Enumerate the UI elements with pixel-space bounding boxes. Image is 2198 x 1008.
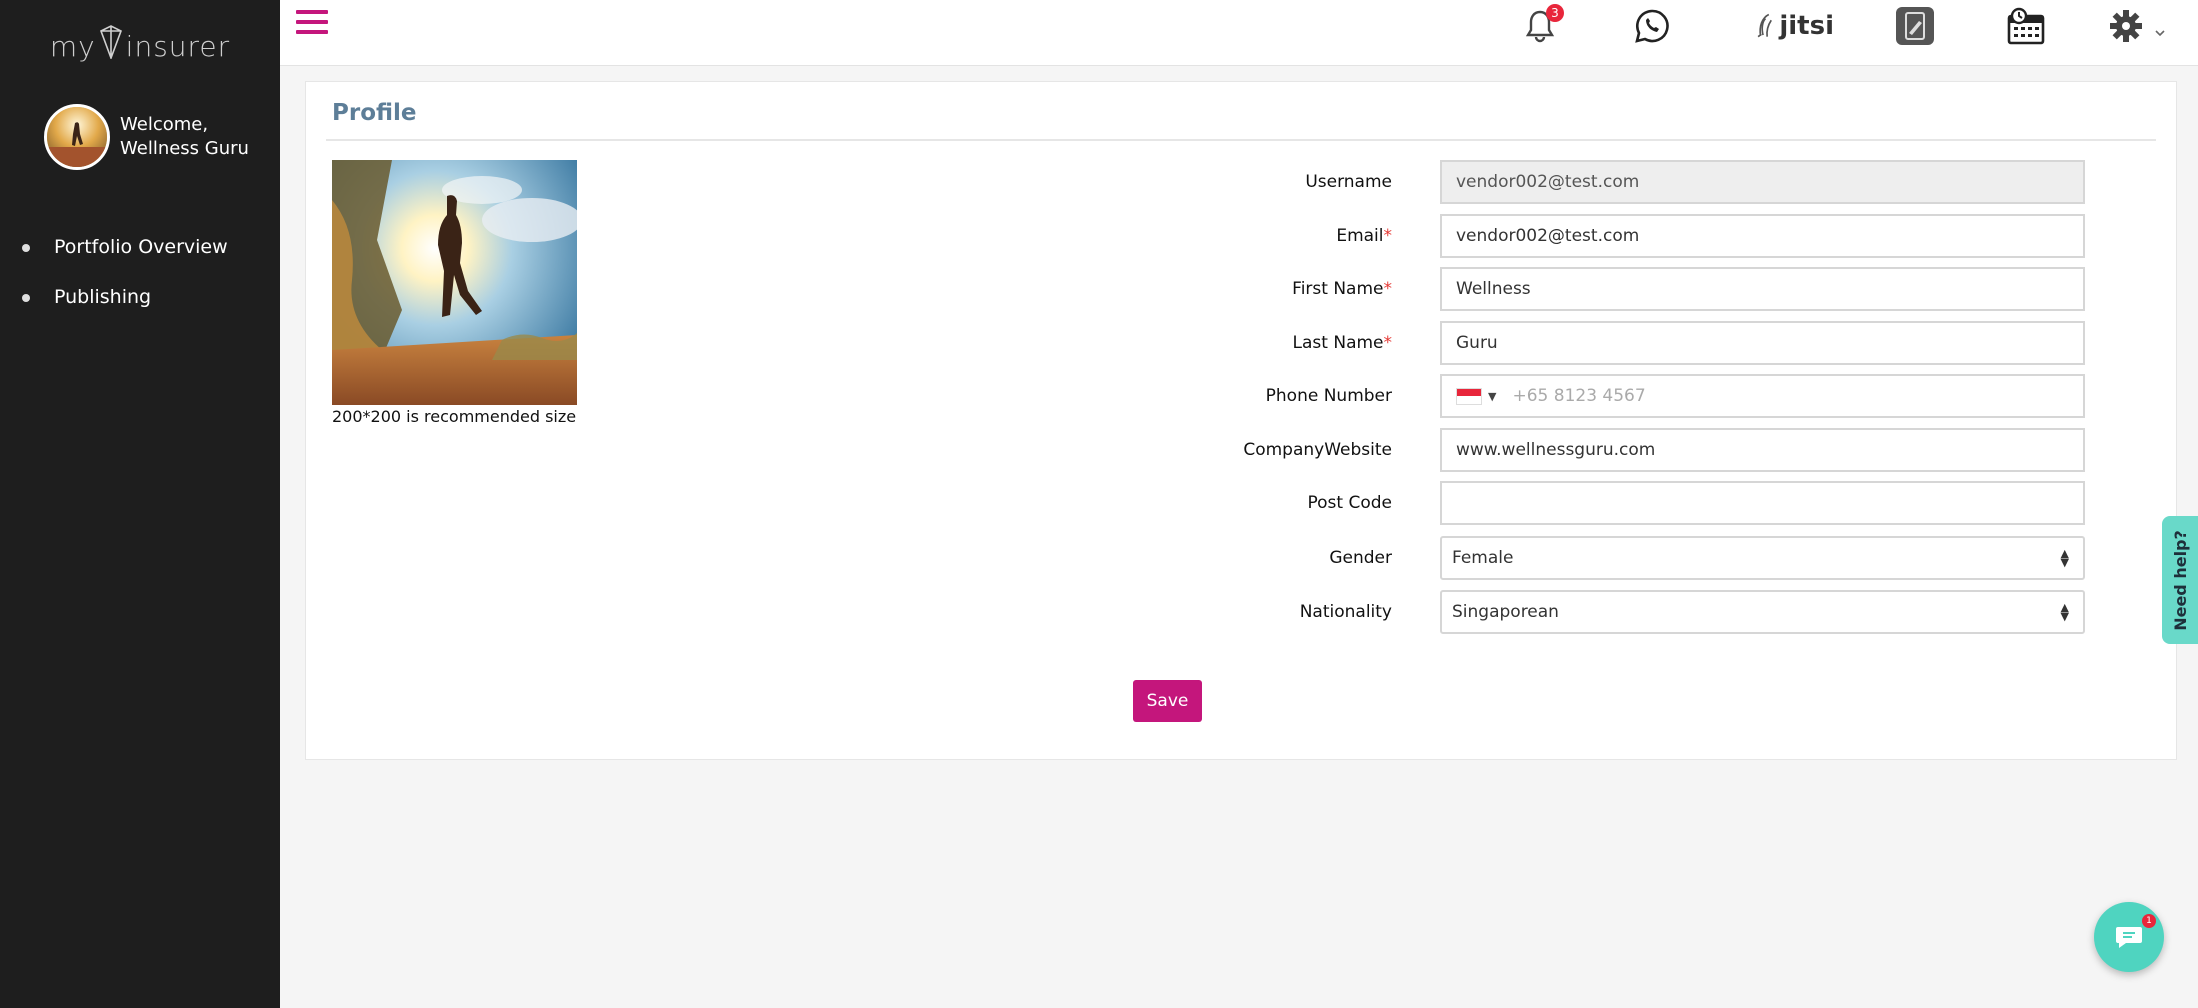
notes-icon[interactable] — [1894, 6, 1936, 46]
nationality-row: Nationality Singaporean ▲ ▼ — [926, 590, 2085, 634]
logo-text-right: insurer — [125, 30, 231, 63]
bullet-icon — [22, 294, 30, 302]
need-help-tab[interactable]: Need help? — [2162, 516, 2198, 644]
welcome-text: Welcome, Wellness Guru — [120, 113, 249, 161]
phone-placeholder: +65 8123 4567 — [1512, 386, 1646, 406]
post-code-field[interactable] — [1440, 481, 2085, 525]
username-row: Username vendor002@test.com — [926, 160, 2085, 204]
page-title: Profile — [332, 100, 417, 126]
sidebar-item-label: Portfolio Overview — [54, 236, 228, 258]
welcome-label: Welcome, — [120, 114, 209, 135]
phone-field[interactable]: ▼ +65 8123 4567 — [1440, 374, 2085, 418]
last-name-label: Last Name* — [1292, 333, 1393, 353]
title-divider — [326, 139, 2156, 141]
nationality-label: Nationality — [1299, 602, 1392, 622]
menu-icon[interactable] — [296, 10, 328, 36]
sidebar-item-label: Publishing — [54, 286, 152, 308]
required-marker: * — [1383, 333, 1393, 353]
singapore-flag-icon[interactable] — [1456, 387, 1482, 405]
first-name-field[interactable]: Wellness — [1440, 267, 2085, 311]
topbar: 3 jitsi — [280, 0, 2198, 66]
username-label: Username — [1305, 172, 1392, 192]
avatar[interactable] — [44, 104, 110, 170]
email-row: Email* vendor002@test.com — [926, 214, 2085, 258]
post-code-row: Post Code — [926, 481, 2085, 525]
website-row: CompanyWebsite www.wellnessguru.com — [926, 428, 2085, 472]
chat-badge: 1 — [2142, 914, 2156, 928]
last-name-row: Last Name* Guru — [926, 321, 2085, 365]
jitsi-label: jitsi — [1779, 11, 1834, 41]
settings-menu[interactable] — [2106, 6, 2168, 46]
bell-icon[interactable]: 3 — [1520, 4, 1564, 46]
post-code-label: Post Code — [1307, 493, 1393, 513]
sidebar-item-portfolio-overview[interactable]: Portfolio Overview — [0, 222, 280, 272]
profile-photo[interactable] — [332, 160, 577, 405]
select-arrows-icon: ▲ ▼ — [2060, 601, 2069, 623]
caret-down-icon[interactable]: ▼ — [1488, 390, 1496, 403]
whatsapp-icon[interactable] — [1632, 6, 1672, 46]
email-field[interactable]: vendor002@test.com — [1440, 214, 2085, 258]
gear-icon — [2110, 10, 2142, 42]
sidebar: my insurer Welcome, Wellness Guru Portfol… — [0, 0, 280, 1008]
user-block: Welcome, Wellness Guru — [44, 104, 249, 170]
sidebar-item-publishing[interactable]: Publishing — [0, 272, 280, 322]
chevron-down-icon — [2155, 30, 2165, 37]
phone-row: Phone Number ▼ +65 8123 4567 — [926, 374, 2085, 418]
gender-select[interactable]: Female ▲ ▼ — [1440, 536, 2085, 580]
calendar-icon[interactable] — [2004, 6, 2048, 46]
gender-row: Gender Female ▲ ▼ — [926, 536, 2085, 580]
sidebar-nav: Portfolio Overview Publishing — [0, 222, 280, 322]
brand-logo[interactable]: my insurer — [0, 24, 280, 66]
profile-card: Profile 200*200 is recommended size User… — [305, 81, 2177, 760]
first-name-row: First Name* Wellness — [926, 267, 2085, 311]
chat-icon — [2116, 927, 2142, 948]
nationality-select[interactable]: Singaporean ▲ ▼ — [1440, 590, 2085, 634]
required-marker: * — [1383, 279, 1393, 299]
select-arrows-icon: ▲ ▼ — [2060, 547, 2069, 569]
bullet-icon — [22, 244, 30, 252]
username-field: vendor002@test.com — [1440, 160, 2085, 204]
email-label: Email* — [1336, 226, 1393, 246]
jitsi-icon[interactable]: jitsi — [1754, 6, 1834, 46]
first-name-label: First Name* — [1292, 279, 1393, 299]
website-label: CompanyWebsite — [1243, 440, 1392, 460]
diamond-logo-icon — [98, 24, 124, 66]
chat-button[interactable]: 1 — [2094, 902, 2164, 972]
need-help-label: Need help? — [2170, 529, 2190, 631]
photo-size-hint: 200*200 is recommended size — [332, 407, 577, 426]
logo-text-left: my — [49, 30, 96, 63]
save-button[interactable]: Save — [1133, 680, 1202, 722]
gender-label: Gender — [1329, 548, 1392, 568]
required-marker: * — [1383, 226, 1393, 246]
last-name-field[interactable]: Guru — [1440, 321, 2085, 365]
user-name: Wellness Guru — [120, 138, 249, 159]
notification-badge: 3 — [1546, 4, 1564, 22]
phone-label: Phone Number — [1265, 386, 1392, 406]
website-field[interactable]: www.wellnessguru.com — [1440, 428, 2085, 472]
